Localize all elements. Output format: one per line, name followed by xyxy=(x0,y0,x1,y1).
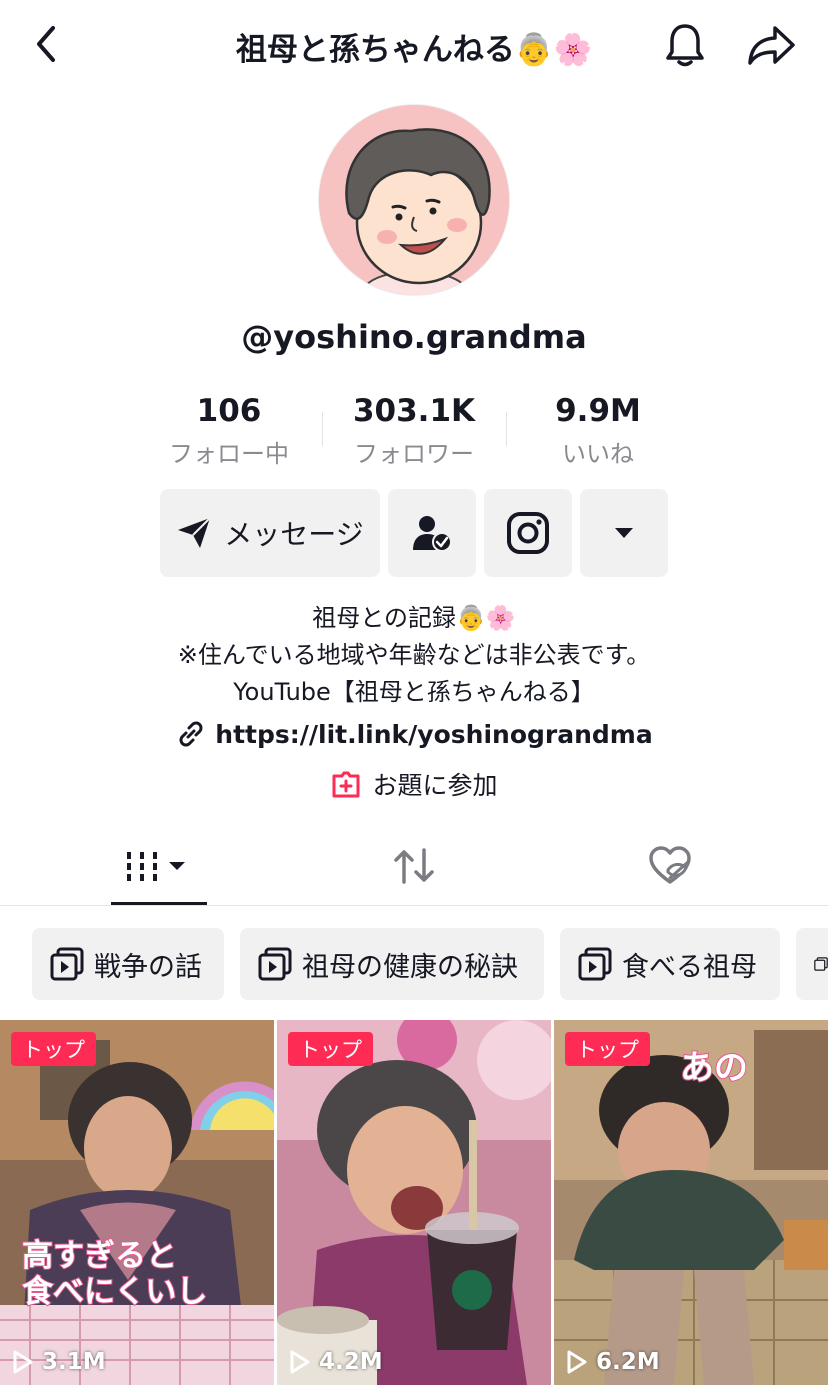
send-icon xyxy=(178,517,211,548)
share-button[interactable] xyxy=(745,20,799,70)
topic-plus-icon xyxy=(332,771,360,798)
video-thumbnail-image xyxy=(277,1020,551,1385)
bell-icon xyxy=(666,24,704,67)
grandma-illustration xyxy=(319,105,509,295)
followers-count: 303.1K xyxy=(352,393,476,429)
view-count-value: 3.1M xyxy=(42,1349,106,1375)
top-badge: トップ xyxy=(288,1032,373,1066)
likes-count: 9.9M xyxy=(555,393,641,429)
grid-icon xyxy=(127,852,185,881)
playlist-chip[interactable]: 戦争の話 xyxy=(32,928,224,1000)
likes-label: いいね xyxy=(562,440,634,468)
stat-divider xyxy=(506,412,507,446)
view-count: 4.2M xyxy=(289,1349,383,1375)
playlist-icon xyxy=(814,957,828,971)
playlist-label: 祖母の健康の秘訣 xyxy=(302,951,518,983)
play-icon xyxy=(290,1350,310,1374)
repost-icon xyxy=(394,848,434,884)
bio: 祖母との記録👵🌸 ※住んでいる地域や年齢などは非公表です。 YouTube【祖母… xyxy=(0,600,828,711)
video-caption: 高すぎると 食べにくいし xyxy=(21,1237,208,1311)
video-thumbnail[interactable]: トップ 4.2M xyxy=(277,1020,551,1385)
following-status-button[interactable] xyxy=(388,489,476,577)
share-arrow-icon xyxy=(748,26,795,65)
likes-stat[interactable]: 9.9M いいね xyxy=(508,392,688,469)
video-caption-line: あの xyxy=(679,1048,749,1088)
playlist-icon xyxy=(578,947,612,981)
bio-line: 祖母との記録👵🌸 xyxy=(312,604,516,632)
tab-reposts[interactable] xyxy=(354,826,474,906)
video-thumbnail[interactable]: あの トップ 6.2M xyxy=(554,1020,828,1385)
tab-liked[interactable] xyxy=(610,826,730,906)
view-count: 3.1M xyxy=(12,1349,106,1375)
video-grid: 高すぎると 食べにくいし トップ 3.1M トップ 4.2M あの トップ 6.… xyxy=(0,1020,828,1385)
top-bar: 祖母と孫ちゃんねる👵🌸 xyxy=(0,0,828,90)
view-count: 6.2M xyxy=(566,1349,660,1375)
playlist-icon xyxy=(50,947,84,981)
view-count-value: 4.2M xyxy=(319,1349,383,1375)
video-caption-line: 高すぎると xyxy=(21,1237,178,1275)
video-caption: あの xyxy=(679,1048,749,1088)
user-check-icon xyxy=(413,516,452,552)
tab-videos[interactable] xyxy=(99,826,219,906)
top-badge: トップ xyxy=(11,1032,96,1066)
video-caption-line: 食べにくいし xyxy=(21,1273,208,1311)
playlist-label: 戦争の話 xyxy=(94,951,202,983)
bio-line: ※住んでいる地域や年齢などは非公表です。 xyxy=(177,641,651,669)
message-button[interactable]: メッセージ xyxy=(160,489,380,577)
link-text: https://lit.link/yoshinograndma xyxy=(215,719,653,749)
avatar[interactable] xyxy=(318,104,510,296)
instagram-icon xyxy=(507,512,549,554)
playlist-chip[interactable]: 祖母の健康の秘訣 xyxy=(240,928,544,1000)
profile-stats: 106 フォロー中 303.1K フォロワー 9.9M いいね xyxy=(0,392,828,472)
playlist-icon xyxy=(258,947,292,981)
active-tab-indicator xyxy=(111,902,207,905)
notification-button[interactable] xyxy=(660,20,710,70)
followers-label: フォロワー xyxy=(354,440,474,468)
link-icon xyxy=(179,721,203,747)
playlist-chip[interactable]: 食べる祖母 xyxy=(560,928,780,1000)
more-options-button[interactable] xyxy=(580,489,668,577)
username: @yoshino.grandma xyxy=(241,318,587,356)
video-thumbnail[interactable]: 高すぎると 食べにくいし トップ 3.1M xyxy=(0,1020,274,1385)
topic-label: お題に参加 xyxy=(372,771,498,800)
profile-link[interactable]: https://lit.link/yoshinograndma xyxy=(0,718,828,750)
instagram-button[interactable] xyxy=(484,489,572,577)
bio-line: YouTube【祖母と孫ちゃんねる】 xyxy=(233,678,595,706)
video-thumbnail-image xyxy=(0,1020,274,1385)
message-label: メッセージ xyxy=(224,518,364,551)
stat-divider xyxy=(322,412,323,446)
view-count-value: 6.2M xyxy=(596,1349,660,1375)
play-icon xyxy=(13,1350,33,1374)
following-stat[interactable]: 106 フォロー中 xyxy=(139,392,319,469)
play-icon xyxy=(567,1350,587,1374)
caret-down-icon xyxy=(615,528,633,538)
content-tabs xyxy=(0,826,828,906)
following-count: 106 xyxy=(196,393,262,429)
join-topic-button[interactable]: お題に参加 xyxy=(0,766,828,802)
heart-hidden-icon xyxy=(649,846,691,884)
top-badge: トップ xyxy=(565,1032,650,1066)
following-label: フォロー中 xyxy=(169,440,289,468)
playlist-row: 戦争の話 祖母の健康の秘訣 食べる祖母 xyxy=(0,928,828,1000)
playlist-label: 食べる祖母 xyxy=(622,951,757,983)
followers-stat[interactable]: 303.1K フォロワー xyxy=(324,392,504,469)
playlist-chip-partial[interactable] xyxy=(796,928,828,1000)
